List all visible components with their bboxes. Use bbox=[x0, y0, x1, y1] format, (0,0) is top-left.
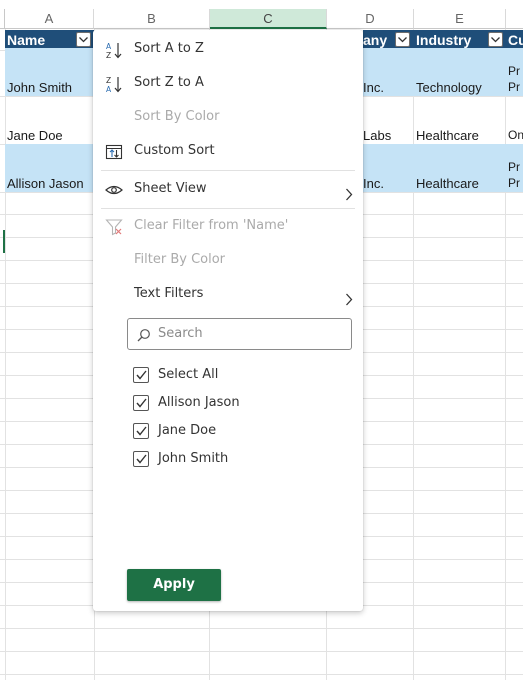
clear-filter-label: Clear Filter from 'Name' bbox=[134, 218, 289, 233]
checkmark-icon bbox=[136, 454, 147, 464]
customer-cell[interactable]: Pr Pr bbox=[506, 144, 523, 192]
checkmark-icon bbox=[136, 398, 147, 408]
sort-z-to-a-label: Sort Z to A bbox=[134, 75, 204, 90]
sort-a-to-z-item[interactable]: A Z Sort A to Z bbox=[93, 34, 363, 64]
clear-filter-icon bbox=[105, 218, 123, 236]
header-industry-label: Industry bbox=[416, 32, 472, 48]
customer-cell-line-1: Pr bbox=[508, 64, 520, 78]
column-header-a[interactable]: A bbox=[5, 9, 94, 29]
industry-cell[interactable]: Healthcare bbox=[414, 96, 506, 144]
menu-separator bbox=[101, 208, 355, 209]
checkbox[interactable] bbox=[133, 451, 149, 467]
header-cell-customer: Cu bbox=[506, 30, 523, 50]
industry-filter-dropdown-icon[interactable] bbox=[488, 32, 503, 47]
company-cell[interactable]: Inc. bbox=[363, 48, 414, 96]
apply-button[interactable]: Apply bbox=[127, 569, 221, 601]
column-header-d[interactable]: D bbox=[327, 9, 414, 29]
chevron-right-icon bbox=[345, 288, 353, 318]
customer-cell[interactable]: Pr Pr bbox=[506, 48, 523, 96]
search-icon bbox=[137, 327, 151, 346]
industry-cell-text: Healthcare bbox=[416, 176, 479, 191]
customer-cell-line-1: Pr bbox=[508, 160, 520, 174]
search-placeholder: Search bbox=[158, 326, 203, 341]
industry-cell-text: Technology bbox=[416, 80, 482, 95]
header-cell-name: Name bbox=[5, 30, 94, 50]
customer-cell[interactable]: On bbox=[506, 96, 523, 144]
company-cell-text: Inc. bbox=[363, 176, 384, 191]
checkbox[interactable] bbox=[133, 423, 149, 439]
filter-search-input[interactable]: Search bbox=[127, 318, 352, 350]
customer-cell-line-2: Pr bbox=[508, 176, 520, 190]
header-cell-company: any bbox=[363, 30, 414, 50]
custom-sort-label: Custom Sort bbox=[134, 143, 215, 158]
text-filters-item[interactable]: Text Filters bbox=[93, 279, 363, 309]
name-cell[interactable]: Jane Doe bbox=[5, 96, 94, 144]
header-customer-label: Cu bbox=[508, 32, 523, 48]
filter-dropdown-menu: A Z Sort A to Z Z A Sort Z to A Sort By … bbox=[93, 30, 363, 611]
eye-icon bbox=[105, 181, 123, 199]
company-cell-text: Labs bbox=[363, 128, 392, 143]
industry-cell[interactable]: Healthcare bbox=[414, 144, 506, 192]
active-cell-marker bbox=[3, 230, 5, 253]
custom-sort-icon bbox=[105, 143, 123, 161]
industry-cell[interactable]: Technology bbox=[414, 48, 506, 96]
header-name-label: Name bbox=[7, 32, 46, 48]
name-cell-text: Allison Jason bbox=[7, 176, 84, 191]
company-filter-dropdown-icon[interactable] bbox=[395, 32, 410, 47]
svg-text:Z: Z bbox=[106, 76, 111, 85]
filter-by-color-item[interactable]: Filter By Color bbox=[93, 245, 363, 275]
sort-ascending-icon: A Z bbox=[105, 41, 123, 60]
column-header-f[interactable] bbox=[506, 9, 523, 29]
svg-text:A: A bbox=[106, 85, 112, 93]
name-cell[interactable]: Allison Jason bbox=[5, 144, 94, 192]
filter-by-color-label: Filter By Color bbox=[134, 252, 226, 267]
company-cell[interactable]: Inc. bbox=[363, 144, 414, 192]
company-cell[interactable]: Labs bbox=[363, 96, 414, 144]
column-header-c[interactable]: C bbox=[210, 9, 327, 29]
name-filter-dropdown-icon[interactable] bbox=[76, 32, 91, 47]
company-cell-text: Inc. bbox=[363, 80, 384, 95]
column-header-e[interactable]: E bbox=[414, 9, 506, 29]
text-filters-label: Text Filters bbox=[134, 286, 204, 301]
customer-cell-line-1: On bbox=[508, 128, 523, 142]
clear-filter-item[interactable]: Clear Filter from 'Name' bbox=[93, 211, 363, 241]
header-company-label: any bbox=[363, 32, 388, 48]
checkbox[interactable] bbox=[133, 367, 149, 383]
sheet-view-label: Sheet View bbox=[134, 181, 207, 196]
checkbox-label: Jane Doe bbox=[158, 423, 217, 438]
sort-by-color-label: Sort By Color bbox=[134, 109, 220, 124]
checkmark-icon bbox=[136, 370, 147, 380]
checkmark-icon bbox=[136, 426, 147, 436]
sort-a-to-z-label: Sort A to Z bbox=[134, 41, 204, 56]
sheet-view-item[interactable]: Sheet View bbox=[93, 174, 363, 204]
svg-text:Z: Z bbox=[106, 51, 111, 59]
sort-z-to-a-item[interactable]: Z A Sort Z to A bbox=[93, 68, 363, 98]
sort-by-color-item[interactable]: Sort By Color bbox=[93, 102, 363, 132]
checkbox-label: Select All bbox=[158, 367, 219, 382]
svg-text:A: A bbox=[106, 42, 112, 51]
column-header-b[interactable]: B bbox=[94, 9, 210, 29]
checkbox-label: John Smith bbox=[158, 451, 229, 466]
name-cell[interactable]: John Smith bbox=[5, 48, 94, 96]
header-cell-industry: Industry bbox=[414, 30, 506, 50]
custom-sort-item[interactable]: Custom Sort bbox=[93, 136, 363, 166]
name-cell-text: John Smith bbox=[7, 80, 73, 95]
industry-cell-text: Healthcare bbox=[416, 128, 479, 143]
menu-separator bbox=[101, 170, 355, 171]
customer-cell-line-2: Pr bbox=[508, 80, 520, 94]
name-cell-text: Jane Doe bbox=[7, 128, 63, 143]
checkbox-label: Allison Jason bbox=[158, 395, 240, 410]
checkbox[interactable] bbox=[133, 395, 149, 411]
sort-descending-icon: Z A bbox=[105, 75, 123, 94]
